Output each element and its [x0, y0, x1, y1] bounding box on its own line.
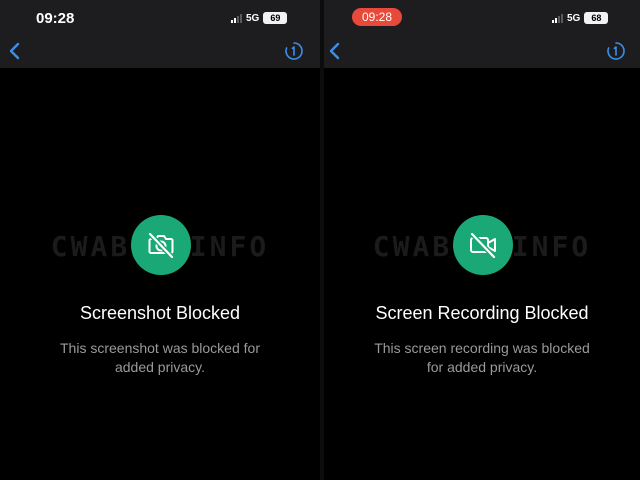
disappearing-timer-icon[interactable] — [284, 41, 304, 61]
camera-off-icon — [131, 215, 191, 275]
blocked-description: This screen recording was blocked for ad… — [374, 340, 590, 375]
status-icons: 5G 69 — [231, 12, 288, 24]
top-bar: 09:28 5G 69 — [0, 0, 320, 68]
blocked-title: Screenshot Blocked — [79, 303, 241, 323]
signal-icon — [552, 13, 563, 23]
blocked-description: This screenshot was blocked for added pr… — [60, 340, 260, 375]
top-bar: 09:28 5G 68 — [324, 0, 640, 68]
chevron-left-icon[interactable] — [8, 41, 22, 61]
battery-icon: 69 — [263, 12, 288, 24]
chevron-left-icon[interactable] — [328, 41, 342, 61]
disappearing-timer-icon[interactable] — [606, 41, 626, 61]
status-icons: 5G 68 — [552, 12, 609, 24]
screenshot-blocked-screen: 09:28 5G 69 CWABETAINFO Screenshot Block… — [0, 0, 320, 480]
signal-icon — [231, 13, 242, 23]
battery-icon: 68 — [584, 12, 609, 24]
blocked-title: Screen Recording Blocked — [375, 303, 589, 323]
video-off-icon — [453, 215, 513, 275]
status-time: 09:28 — [36, 10, 75, 27]
network-label: 5G — [567, 12, 581, 24]
network-label: 5G — [246, 12, 260, 24]
screen-recording-blocked-screen: 09:28 5G 68 CWABETAINFO Screen Recording… — [324, 0, 640, 480]
recording-time-pill: 09:28 — [352, 8, 403, 26]
